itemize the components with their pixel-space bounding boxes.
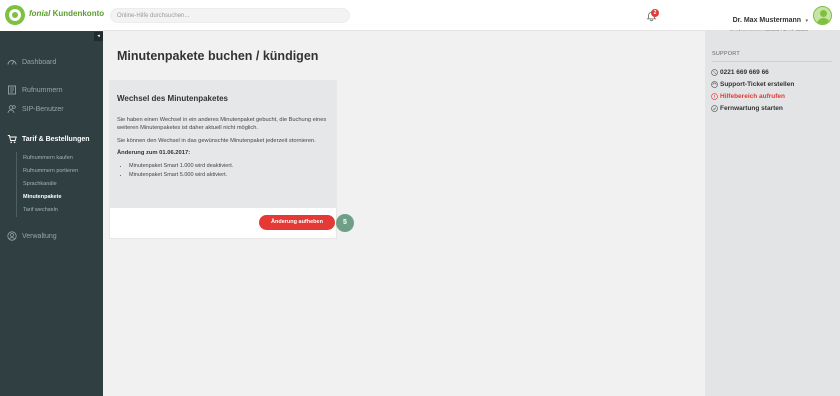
help-area-label: Hilfebereich aufrufen: [720, 93, 786, 100]
brand-name: fonial: [29, 9, 51, 18]
step-badge: 5: [336, 214, 354, 232]
brand[interactable]: fonial Kundenkonto: [0, 0, 104, 31]
sidebar-item-label: SIP-Benutzer: [22, 105, 64, 113]
card-paragraph-2: Sie können den Wechsel in das gewünschte…: [117, 138, 316, 144]
sidebar-subitem-rufnummern-kaufen[interactable]: Rufnummern kaufen: [16, 152, 103, 165]
sidebar-subitem-tarif-wechseln[interactable]: Tarif wechseln: [16, 204, 103, 217]
dashboard-icon: [7, 57, 17, 67]
search-input[interactable]: Online-Hilfe durchsuchen...: [110, 8, 350, 23]
chevron-down-icon[interactable]: ▾: [805, 18, 808, 24]
brand-subtitle: Kundenkonto: [52, 9, 105, 18]
notification-badge: 2: [651, 9, 659, 17]
sidebar: ◂ Dashboard Rufnummern SIP-Benutzer Tari…: [0, 31, 103, 396]
page-title: Minutenpakete buchen / kündigen: [117, 49, 319, 63]
top-header: fonial Kundenkonto Online-Hilfe durchsuc…: [0, 0, 840, 34]
change-heading: Änderung zum 01.06.2017:: [117, 150, 191, 156]
minutenpaket-change-card: Wechsel des Minutenpaketes Sie haben ein…: [110, 81, 354, 238]
cart-icon: [7, 134, 17, 144]
phone-icon: [711, 69, 718, 76]
sidebar-subitem-sprachkanaele[interactable]: Sprachkanäle: [16, 178, 103, 191]
card-paragraph-1: Sie haben einen Wechsel in ein anderes M…: [117, 117, 327, 131]
phone-book-icon: [7, 85, 17, 95]
support-ticket-link[interactable]: Support-Ticket erstellen: [711, 81, 794, 88]
card-title: Wechsel des Minutenpaketes: [117, 94, 228, 103]
sidebar-subitem-rufnummern-portieren[interactable]: Rufnummern portieren: [16, 165, 103, 178]
change-list: Minutenpaket Smart 1.000 wird deaktivier…: [117, 162, 329, 179]
brand-text: fonial Kundenkonto: [29, 9, 104, 18]
cancel-change-button[interactable]: Änderung aufheben: [259, 215, 335, 230]
sidebar-item-dashboard[interactable]: Dashboard: [0, 55, 103, 69]
support-phone-number: 0221 669 669 66: [720, 69, 769, 76]
avatar[interactable]: [813, 6, 832, 25]
help-icon: [711, 93, 718, 100]
sidebar-item-verwaltung[interactable]: Verwaltung: [0, 229, 103, 243]
list-item: Minutenpaket Smart 1.000 wird deaktivier…: [129, 162, 329, 171]
help-area-link[interactable]: Hilfebereich aufrufen: [711, 93, 785, 100]
remote-icon: [711, 105, 718, 112]
sidebar-item-sip-benutzer[interactable]: SIP-Benutzer: [0, 102, 103, 116]
list-item: Minutenpaket Smart 5.000 wird aktiviert.: [129, 171, 329, 180]
card-body: Wechsel des Minutenpaketes Sie haben ein…: [110, 81, 336, 208]
user-circle-icon: [7, 231, 17, 241]
sidebar-subitem-minutenpakete[interactable]: Minutenpakete: [16, 191, 103, 204]
sidebar-item-tarif-bestellungen[interactable]: Tarif & Bestellungen: [0, 132, 103, 146]
headset-icon: [711, 81, 718, 88]
divider: [712, 61, 832, 62]
support-panel: SUPPORT 0221 669 669 66 Support-Ticket e…: [705, 31, 840, 396]
remote-maintenance-link[interactable]: Fernwartung starten: [711, 105, 783, 112]
sidebar-item-rufnummern[interactable]: Rufnummern: [0, 83, 103, 97]
sidebar-item-label: Tarif & Bestellungen: [22, 135, 90, 143]
support-ticket-label: Support-Ticket erstellen: [720, 81, 795, 88]
collapse-sidebar-button[interactable]: ◂: [94, 32, 103, 41]
support-phone[interactable]: 0221 669 669 66: [711, 69, 769, 76]
user-name[interactable]: Dr. Max Mustermann: [733, 17, 801, 24]
remote-maintenance-label: Fernwartung starten: [720, 105, 783, 112]
sidebar-item-label: Verwaltung: [22, 232, 57, 240]
main-content: Minutenpakete buchen / kündigen Wechsel …: [103, 31, 705, 396]
sidebar-item-label: Rufnummern: [22, 86, 63, 94]
sidebar-item-label: Dashboard: [22, 58, 57, 66]
fonial-logo-icon: [5, 5, 25, 25]
support-heading: SUPPORT: [712, 51, 740, 57]
users-icon: [7, 104, 17, 114]
